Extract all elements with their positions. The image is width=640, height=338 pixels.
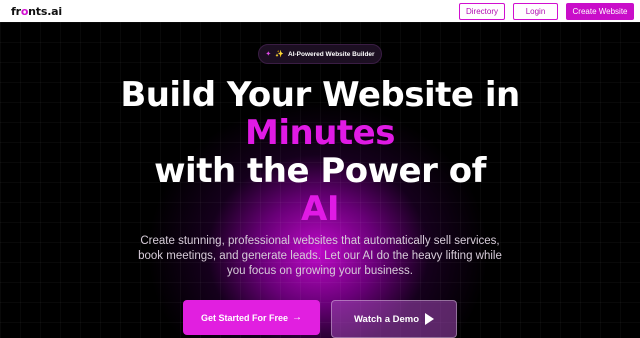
hero-headline: Build Your Website in Minutes with the P… bbox=[0, 76, 640, 228]
watch-demo-label: Watch a Demo bbox=[353, 313, 420, 325]
badge-text: AI-Powered Website Builder bbox=[288, 50, 375, 58]
top-navbar: fronts.ai Directory Login Create Website bbox=[0, 0, 640, 22]
ai-badge: ✦ ✨ AI-Powered Website Builder bbox=[258, 44, 382, 64]
headline-line-1: Build Your Website in bbox=[120, 75, 520, 115]
logo-prefix: fr bbox=[11, 4, 21, 18]
headline-line-4: AI bbox=[301, 189, 339, 229]
get-started-label: Get Started For Free bbox=[200, 312, 289, 323]
create-website-button[interactable]: Create Website bbox=[566, 2, 634, 20]
nav-actions: Directory Login Create Website bbox=[459, 2, 634, 20]
get-started-button[interactable]: Get Started For Free → bbox=[183, 300, 320, 335]
headline-line-2: Minutes bbox=[245, 113, 395, 153]
logo-suffix: nts.ai bbox=[28, 4, 62, 18]
login-button[interactable]: Login bbox=[513, 2, 558, 20]
headline-line-3: with the Power of bbox=[154, 151, 486, 191]
cta-row: Get Started For Free → Watch a Demo bbox=[0, 300, 640, 338]
logo[interactable]: fronts.ai bbox=[11, 5, 62, 18]
watch-demo-button[interactable]: Watch a Demo bbox=[331, 300, 457, 338]
hero-subtitle: Create stunning, professional websites t… bbox=[138, 235, 502, 277]
sparkle-icon: ✦ bbox=[265, 51, 272, 58]
directory-button[interactable]: Directory bbox=[459, 2, 505, 20]
arrow-right-icon: → bbox=[292, 312, 303, 323]
hero-section: ✦ ✨ AI-Powered Website Builder Build You… bbox=[0, 22, 640, 338]
play-icon bbox=[425, 313, 435, 325]
star-icon: ✨ bbox=[275, 51, 284, 58]
